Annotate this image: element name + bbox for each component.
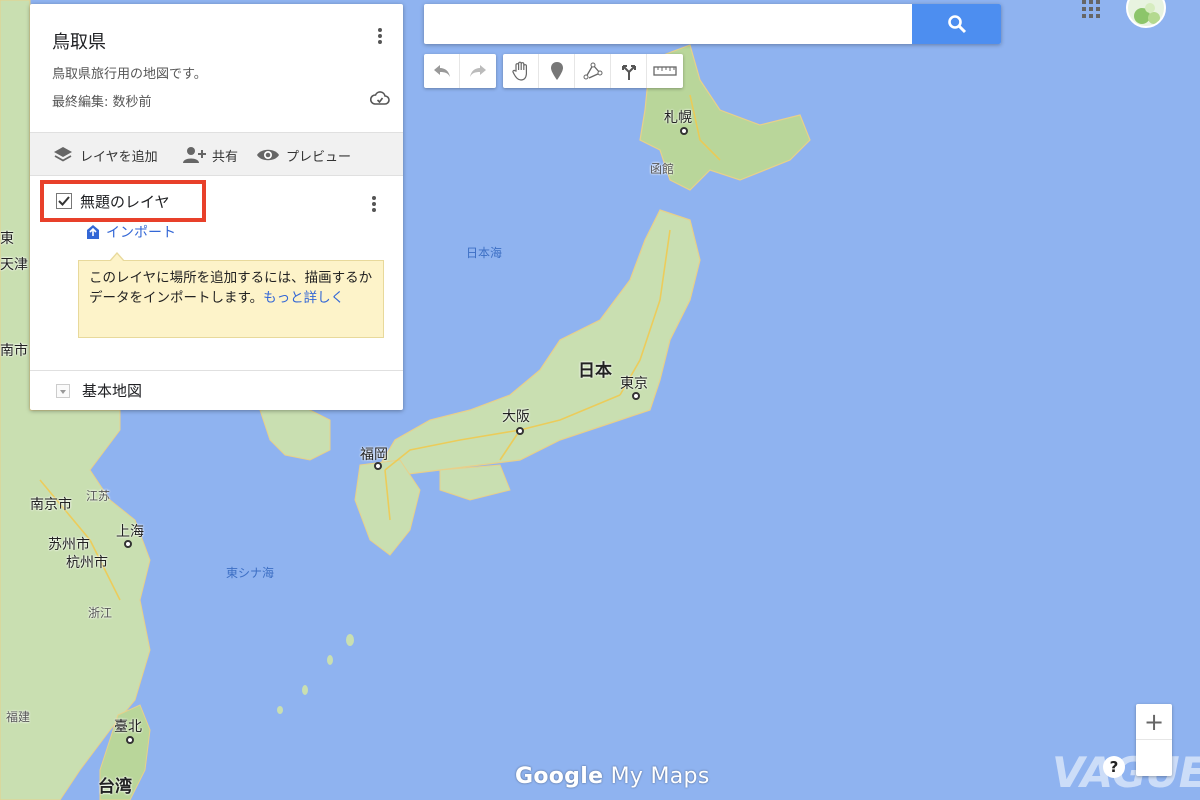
map-marker-shanghai <box>124 540 132 548</box>
add-directions-button[interactable] <box>611 54 647 88</box>
directions-icon <box>621 65 636 80</box>
undo-button[interactable] <box>424 54 460 88</box>
map-label-hakodate: 函館 <box>650 162 675 176</box>
layer-header[interactable]: 無題のレイヤ <box>40 180 206 222</box>
google-my-maps-logo: Google My Maps <box>515 764 710 789</box>
preview-button[interactable]: プレビュー <box>256 133 351 177</box>
undo-icon <box>433 65 450 77</box>
select-items-button[interactable] <box>503 54 539 88</box>
map-label-taipei: 臺北 <box>114 719 142 735</box>
history-toolbar <box>424 54 496 88</box>
redo-icon <box>470 65 486 77</box>
import-label: インポート <box>106 225 176 241</box>
add-layer-label: レイヤを追加 <box>80 149 158 165</box>
vague-watermark: VAGUE <box>1052 748 1200 797</box>
ruler-icon <box>653 66 677 76</box>
map-marker-sapporo <box>680 127 688 135</box>
panel-actions-bar: レイヤを追加 共有 プレビュー <box>30 132 403 176</box>
logo-google-text: Google <box>515 764 604 789</box>
hand-icon <box>511 61 527 81</box>
redo-button[interactable] <box>460 54 496 88</box>
search-icon <box>947 15 966 34</box>
map-label-tokyo: 東京 <box>620 376 648 392</box>
add-person-icon <box>183 147 206 163</box>
map-label-sapporo: 札幌 <box>664 110 692 126</box>
map-label-taiwan: 台湾 <box>98 777 132 797</box>
layer-tooltip: このレイヤに場所を追加するには、描画するかデータをインポートします。もっと詳しく <box>78 252 384 338</box>
checkmark-icon <box>56 193 72 209</box>
learn-more-link[interactable]: もっと詳しく <box>263 290 344 306</box>
last-edited-status: 最終編集: 数秒前 <box>52 95 152 110</box>
map-label-fukuoka: 福岡 <box>360 447 388 463</box>
map-marker-tokyo <box>632 392 640 400</box>
map-label-sea-of-japan: 日本海 <box>466 246 503 260</box>
layer-options-menu-icon[interactable] <box>364 192 384 216</box>
map-label-shanghai: 上海 <box>116 524 144 540</box>
map-label-hangzhou: 杭州市 <box>66 555 108 571</box>
map-label-jinan: 南市 <box>0 343 28 359</box>
eye-icon <box>257 149 279 161</box>
zoom-in-button[interactable]: + <box>1136 704 1172 740</box>
search-input[interactable] <box>424 4 912 44</box>
preview-label: プレビュー <box>286 149 352 165</box>
share-button[interactable]: 共有 <box>182 133 238 177</box>
upload-icon <box>87 225 99 239</box>
map-description[interactable]: 鳥取県旅行用の地図です。 <box>52 63 207 82</box>
layers-icon <box>54 147 72 162</box>
map-options-menu-icon[interactable] <box>370 24 390 48</box>
map-title[interactable]: 鳥取県 <box>52 28 106 54</box>
add-marker-button[interactable] <box>539 54 575 88</box>
drawing-toolbar <box>503 54 683 88</box>
map-label-osaka: 大阪 <box>502 409 530 425</box>
map-label-east-china-sea: 東シナ海 <box>226 566 275 580</box>
map-marker-fukuoka <box>374 462 382 470</box>
marker-icon <box>550 62 563 80</box>
map-label-tianjin: 天津 <box>0 257 28 273</box>
map-marker-taipei <box>126 736 134 744</box>
map-label-nanjing: 南京市 <box>30 497 72 513</box>
zoom-controls: + <box>1136 704 1172 776</box>
import-link[interactable]: インポート <box>86 222 176 242</box>
layer-visibility-checkbox[interactable] <box>56 193 72 209</box>
help-button[interactable]: ? <box>1103 756 1125 778</box>
map-label-japan: 日本 <box>578 361 612 381</box>
map-label-suzhou: 苏州市 <box>48 537 90 553</box>
logo-mymaps-text: My Maps <box>610 764 710 789</box>
draw-line-button[interactable] <box>575 54 611 88</box>
cloud-saved-icon <box>370 91 390 105</box>
expand-arrow-icon[interactable] <box>56 383 70 398</box>
search-box <box>424 4 1001 44</box>
add-layer-button[interactable]: レイヤを追加 <box>52 133 158 177</box>
map-label-fujian: 福建 <box>6 710 31 724</box>
map-label-zhejiang: 浙江 <box>88 606 113 620</box>
map-details-panel: 鳥取県 鳥取県旅行用の地図です。 最終編集: 数秒前 レイヤを追加 共有 プレビ… <box>30 4 403 410</box>
map-label-jiangsu: 江苏 <box>86 489 111 503</box>
draw-line-icon <box>583 62 602 80</box>
base-map-section[interactable]: 基本地図 <box>30 370 403 410</box>
map-marker-osaka <box>516 427 524 435</box>
measure-distance-button[interactable] <box>647 54 683 88</box>
share-label: 共有 <box>212 149 239 165</box>
zoom-out-button[interactable] <box>1136 740 1172 776</box>
apps-grid-icon[interactable] <box>1082 0 1102 18</box>
map-label-east-edge: 東 <box>0 231 14 247</box>
layer-title[interactable]: 無題のレイヤ <box>80 191 170 212</box>
base-map-label: 基本地図 <box>82 382 143 400</box>
search-button[interactable] <box>912 4 1001 44</box>
